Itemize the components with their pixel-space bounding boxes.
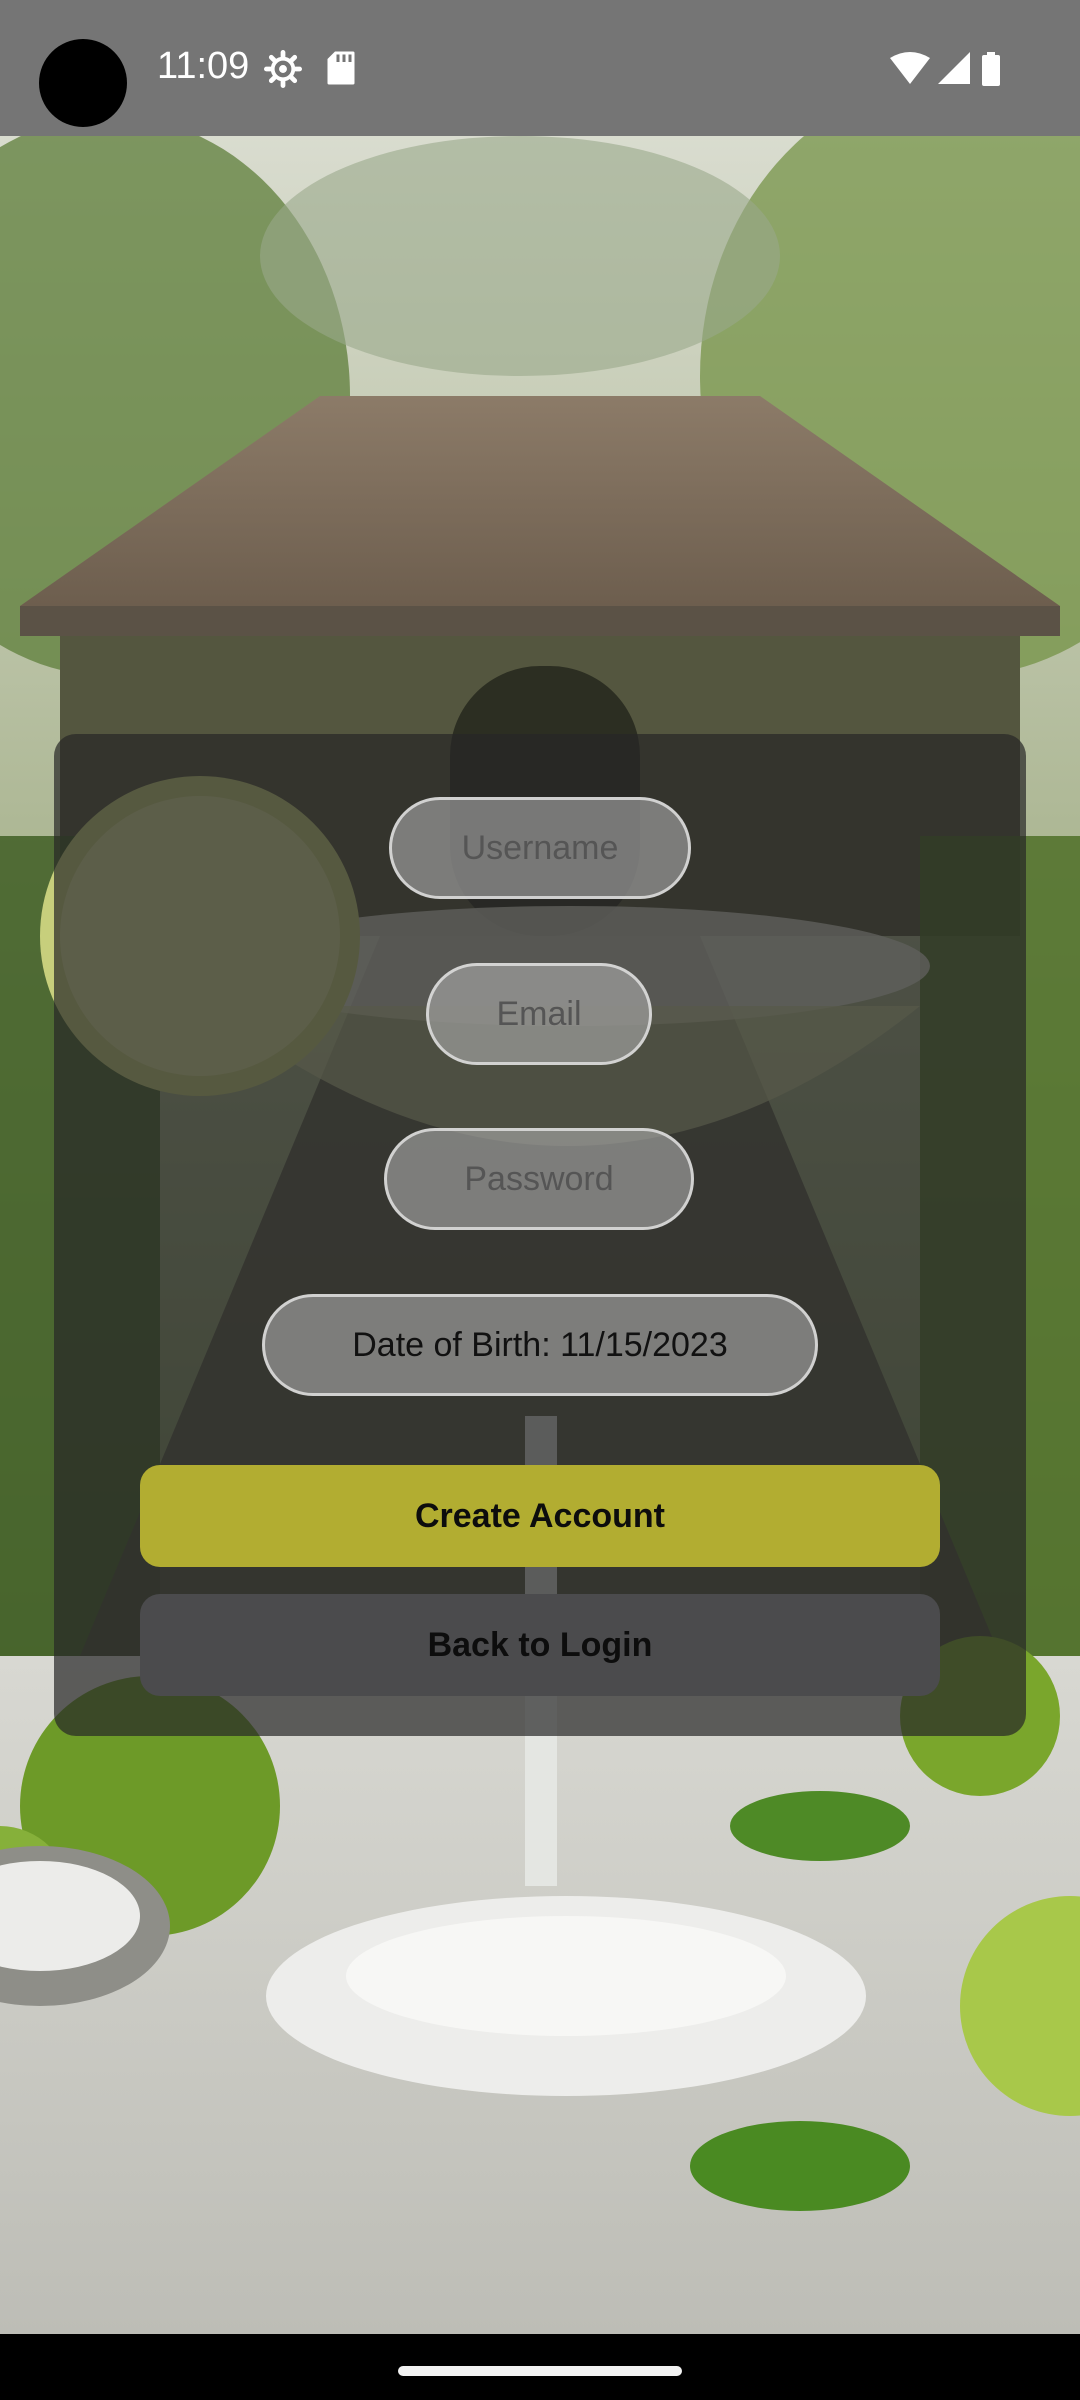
wifi-icon xyxy=(890,52,930,84)
create-account-button[interactable]: Create Account xyxy=(140,1465,940,1567)
battery-icon xyxy=(982,52,1000,86)
username-input[interactable]: Username xyxy=(389,797,691,899)
email-placeholder: Email xyxy=(496,994,582,1033)
gear-icon xyxy=(264,50,302,88)
home-gesture-handle[interactable] xyxy=(398,2366,682,2376)
email-input[interactable]: Email xyxy=(426,963,652,1065)
sd-card-icon xyxy=(327,51,355,85)
password-placeholder: Password xyxy=(464,1159,614,1198)
status-time: 11:09 xyxy=(157,45,250,87)
date-of-birth-label: Date of Birth: 11/15/2023 xyxy=(352,1325,728,1364)
camera-cutout xyxy=(39,39,127,127)
signal-icon xyxy=(938,52,970,84)
status-right-icons xyxy=(890,52,1000,86)
date-of-birth-button[interactable]: Date of Birth: 11/15/2023 xyxy=(262,1294,818,1396)
back-to-login-label: Back to Login xyxy=(427,1625,653,1664)
username-placeholder: Username xyxy=(461,828,619,867)
back-to-login-button[interactable]: Back to Login xyxy=(140,1594,940,1696)
status-bar: 11:09 xyxy=(0,0,1080,136)
password-input[interactable]: Password xyxy=(384,1128,694,1230)
signup-screen: 11:09 Username Email Password Date of Bi… xyxy=(0,0,1080,2400)
navigation-bar xyxy=(0,2334,1080,2400)
create-account-label: Create Account xyxy=(414,1496,666,1535)
signup-card: Username Email Password Date of Birth: 1… xyxy=(54,734,1026,1736)
